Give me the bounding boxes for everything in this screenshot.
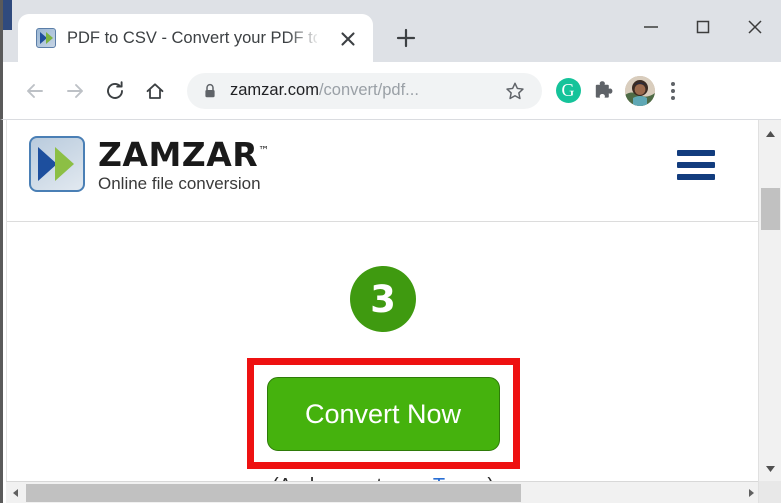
scroll-up-arrow-icon[interactable] — [759, 123, 781, 146]
tab-strip-edge — [3, 0, 12, 30]
vertical-scrollbar[interactable] — [758, 120, 781, 503]
web-page: ZAMZAR™ Online file conversion 3 Convert… — [6, 120, 759, 497]
trademark-symbol: ™ — [258, 144, 270, 157]
step-number-badge: 3 — [350, 266, 416, 332]
address-bar[interactable]: zamzar.com/convert/pdf... — [187, 72, 542, 109]
maximize-icon[interactable] — [677, 0, 729, 54]
vertical-scrollbar-thumb[interactable] — [761, 188, 780, 230]
profile-avatar[interactable] — [622, 73, 658, 109]
avatar — [625, 75, 655, 106]
puzzle-piece-icon[interactable] — [586, 73, 622, 109]
logo-text-block: ZAMZAR™ Online file conversion — [98, 136, 270, 194]
forward-arrow-icon[interactable] — [55, 71, 95, 111]
back-arrow-icon[interactable] — [15, 71, 55, 111]
site-logo[interactable]: ZAMZAR™ Online file conversion — [29, 136, 270, 194]
browser-tab-active[interactable]: PDF to CSV - Convert your PDF to CSV for… — [18, 14, 373, 62]
horizontal-scrollbar[interactable] — [6, 481, 761, 503]
convert-now-button[interactable]: Convert Now — [266, 377, 500, 451]
tab-strip: PDF to CSV - Convert your PDF to CSV for… — [0, 0, 781, 62]
grammarly-icon[interactable]: G — [550, 73, 586, 109]
home-icon[interactable] — [135, 71, 175, 111]
conversion-step-section: 3 Convert Now (And agree to our Terms) — [7, 266, 759, 498]
scroll-down-arrow-icon[interactable] — [759, 457, 781, 480]
three-dot-menu-icon[interactable] — [658, 73, 688, 109]
reload-icon[interactable] — [95, 71, 135, 111]
scrollbar-corner — [759, 481, 781, 503]
lock-icon — [203, 83, 217, 99]
window-close-icon[interactable] — [729, 0, 781, 54]
window-controls — [625, 0, 781, 54]
minimize-icon[interactable] — [625, 0, 677, 54]
scroll-left-arrow-icon[interactable] — [6, 482, 26, 503]
logo-tagline: Online file conversion — [98, 173, 261, 193]
hamburger-menu-icon[interactable] — [677, 150, 715, 180]
convert-now-highlight-box: Convert Now — [246, 358, 520, 469]
close-icon[interactable] — [337, 28, 359, 50]
new-tab-button[interactable] — [388, 22, 424, 54]
url-path: /convert/pdf... — [318, 81, 419, 99]
site-header: ZAMZAR™ Online file conversion — [7, 120, 759, 222]
zamzar-favicon-icon — [36, 28, 56, 48]
horizontal-scrollbar-thumb[interactable] — [26, 484, 521, 502]
tab-title: PDF to CSV - Convert your PDF to CSV for… — [67, 28, 317, 47]
browser-window: PDF to CSV - Convert your PDF to CSV for… — [0, 0, 781, 503]
page-viewport: ZAMZAR™ Online file conversion 3 Convert… — [0, 120, 781, 503]
browser-toolbar: zamzar.com/convert/pdf... G — [0, 62, 781, 120]
url-text: zamzar.com/convert/pdf... — [230, 81, 496, 100]
zamzar-chevron-logo-icon — [29, 136, 85, 192]
grammarly-badge: G — [555, 78, 581, 103]
url-domain: zamzar.com — [230, 81, 319, 99]
star-icon[interactable] — [500, 76, 530, 106]
logo-wordmark: ZAMZAR™ — [98, 135, 270, 174]
